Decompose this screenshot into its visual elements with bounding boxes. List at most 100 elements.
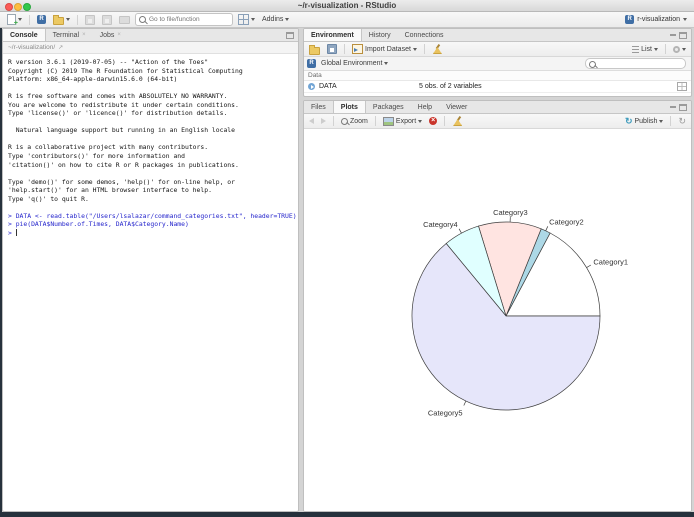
close-icon[interactable]: ×	[82, 32, 86, 38]
tab-terminal[interactable]: Terminal ×	[46, 29, 93, 41]
gear-icon	[673, 45, 680, 53]
chevron-down-icon	[418, 119, 423, 123]
save-all-button[interactable]	[100, 14, 114, 26]
environment-search	[585, 58, 686, 69]
tab-packages[interactable]: Packages	[366, 101, 411, 113]
console-line: R version 3.6.1 (2019-07-05) -- "Action …	[8, 58, 209, 66]
window-edge-bottom	[0, 512, 694, 517]
open-folder-icon	[309, 44, 320, 55]
object-summary: 5 obs. of 2 variables	[419, 83, 482, 90]
tab-plots[interactable]: Plots	[332, 101, 366, 113]
console-line: Copyright (C) 2019 The R Foundation for …	[8, 66, 243, 75]
new-project-button[interactable]	[35, 14, 48, 25]
export-label: Export	[395, 117, 417, 125]
pane-layout-button[interactable]	[236, 13, 257, 26]
environment-settings-button[interactable]	[671, 45, 688, 54]
tab-label: Connections	[404, 31, 444, 39]
console-line: > DATA <- read.table("/Users/lsalazar/co…	[8, 211, 297, 220]
expand-object-icon[interactable]	[308, 83, 315, 90]
refresh-plot-button[interactable]: ↻	[676, 116, 688, 127]
environment-search-input[interactable]	[585, 58, 686, 69]
chevron-down-icon	[251, 18, 255, 21]
console-line: Type 'q()' to quit R.	[8, 194, 89, 203]
chevron-down-icon	[18, 18, 22, 21]
load-workspace-button[interactable]	[307, 43, 322, 56]
save-workspace-button[interactable]	[325, 43, 339, 55]
console-line: 'citation()' on how to cite R or R packa…	[8, 160, 239, 169]
export-plot-button[interactable]: Export	[381, 116, 424, 127]
tab-viewer[interactable]: Viewer	[439, 101, 474, 113]
tab-history[interactable]: History	[362, 29, 398, 41]
import-dataset-button[interactable]: Import Dataset	[350, 43, 419, 55]
print-button[interactable]	[117, 15, 132, 25]
minimize-pane-icon[interactable]	[670, 34, 676, 36]
r-environment-icon	[307, 59, 316, 68]
print-icon	[119, 15, 130, 24]
object-name: DATA	[319, 83, 337, 90]
toolbar-separator	[77, 14, 78, 25]
toolbar-separator	[29, 14, 30, 25]
publish-button[interactable]: ↻ Publish	[623, 116, 666, 127]
tab-help[interactable]: Help	[411, 101, 439, 113]
remove-icon	[429, 117, 438, 125]
pie-label: Category1	[593, 258, 628, 267]
tab-environment[interactable]: Environment	[304, 29, 362, 41]
list-view-button[interactable]: List	[630, 45, 660, 54]
environment-pane-buttons	[666, 29, 691, 41]
maximize-pane-icon[interactable]	[679, 103, 687, 111]
zoom-icon	[341, 117, 348, 125]
new-file-button[interactable]	[5, 13, 24, 27]
environment-object-row[interactable]: DATA 5 obs. of 2 variables	[304, 81, 691, 93]
goto-file-input[interactable]	[135, 13, 233, 26]
close-icon[interactable]: ×	[117, 32, 121, 38]
pie-label-tick	[586, 264, 592, 268]
zoom-plot-button[interactable]: Zoom	[339, 117, 370, 126]
list-icon	[632, 45, 640, 53]
environment-scope-selector[interactable]: Global Environment	[319, 59, 390, 68]
pie-label: Category2	[549, 218, 584, 227]
console-line: R is a collaborative project with many c…	[8, 143, 209, 152]
tab-console[interactable]: Console	[3, 29, 46, 41]
working-directory: ~/r-visualization/	[8, 44, 56, 51]
previous-plot-button[interactable]	[307, 117, 316, 125]
addins-button[interactable]: Addins	[260, 15, 291, 24]
minimize-pane-icon[interactable]	[670, 106, 676, 108]
maximize-pane-icon[interactable]	[679, 31, 687, 39]
scope-label: Global Environment	[321, 60, 383, 67]
import-dataset-icon	[352, 44, 363, 54]
new-file-icon	[7, 14, 18, 27]
tab-label: Plots	[340, 103, 358, 111]
tab-files[interactable]: Files	[304, 101, 333, 113]
tab-connections[interactable]: Connections	[398, 29, 451, 41]
clear-environment-button[interactable]	[430, 43, 443, 55]
pie-label-tick	[458, 228, 462, 234]
chevron-down-icon	[682, 47, 686, 51]
tab-jobs[interactable]: Jobs ×	[93, 29, 128, 41]
next-plot-button[interactable]	[319, 117, 328, 125]
project-icon	[37, 15, 46, 24]
save-button[interactable]	[83, 14, 97, 26]
view-data-icon[interactable]	[677, 82, 687, 91]
console-line: >	[8, 228, 17, 237]
clear-all-plots-button[interactable]	[450, 115, 463, 127]
console-line: Type 'license()' or 'licence()' for dist…	[8, 109, 228, 118]
remove-plot-button[interactable]	[427, 116, 439, 126]
search-icon	[139, 16, 146, 23]
plots-tabbar: Files Plots Packages Help Viewer	[304, 101, 691, 114]
main-toolbar: Addins r-visualization	[0, 12, 694, 28]
console-line: > pie(DATA$Number.of.Times, DATA$Categor…	[8, 220, 189, 229]
pie-label: Category5	[428, 408, 463, 417]
toolbar-separator	[344, 44, 345, 54]
project-selector[interactable]: r-visualization	[623, 14, 689, 25]
broom-icon	[432, 44, 441, 54]
goto-directory-icon[interactable]: ↗	[58, 45, 63, 51]
open-file-button[interactable]	[51, 13, 72, 26]
plots-toolbar: Zoom Export ↻ Publish ↻	[304, 114, 691, 129]
console-output[interactable]: R version 3.6.1 (2019-07-05) -- "Action …	[3, 54, 298, 511]
maximize-pane-icon[interactable]	[286, 31, 294, 39]
plot-area: Category1 Category2 Category3 Category4 Cate…	[304, 129, 691, 511]
search-icon	[589, 60, 596, 68]
chevron-down-icon	[412, 47, 417, 51]
